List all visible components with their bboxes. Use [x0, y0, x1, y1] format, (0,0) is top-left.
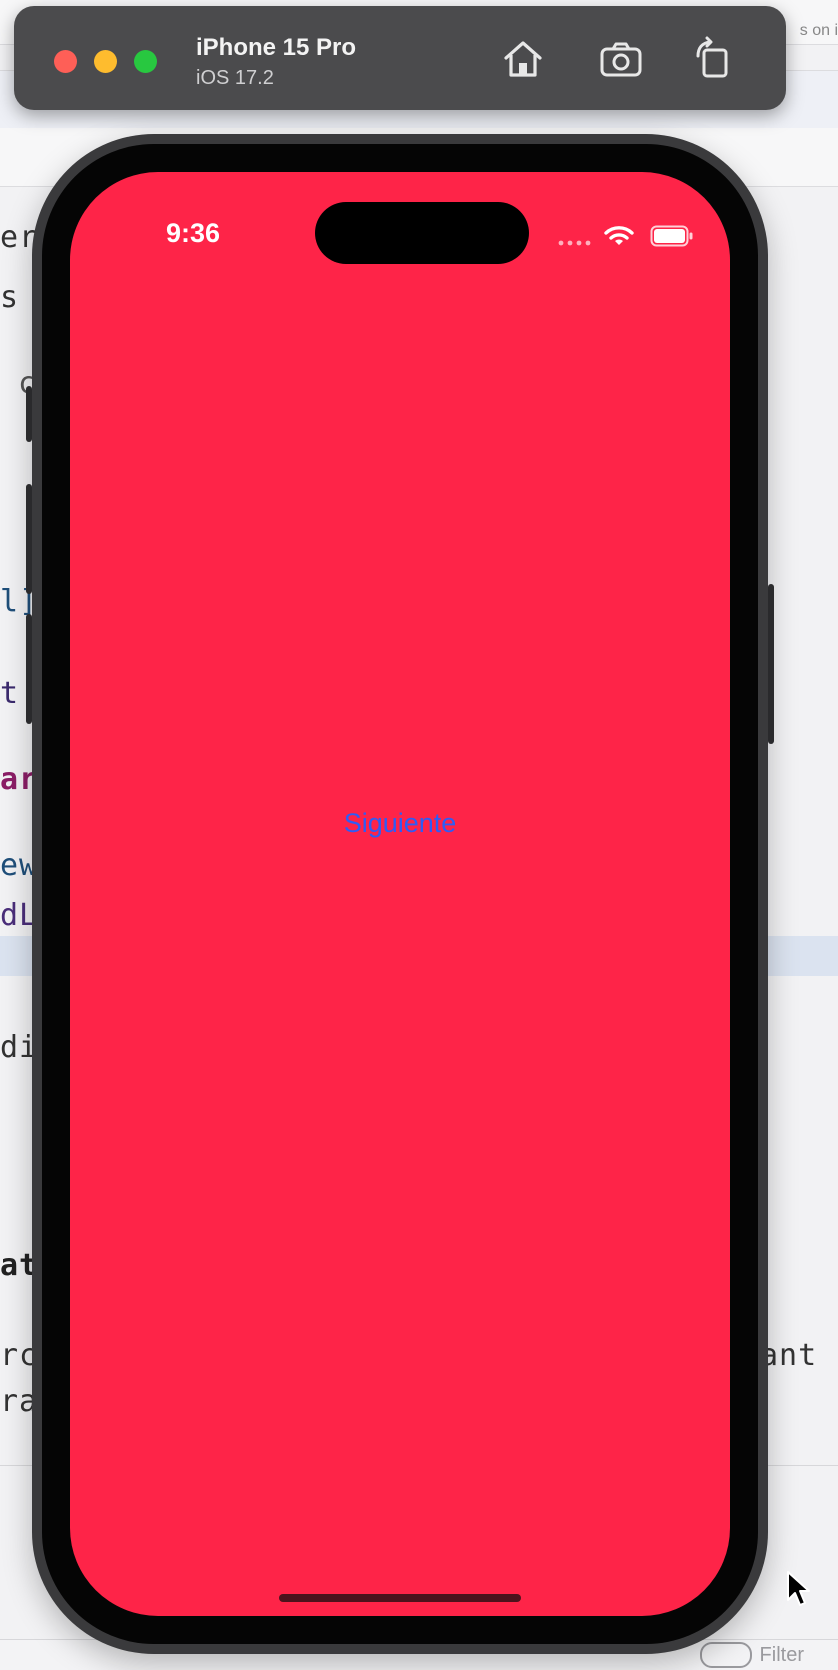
home-icon[interactable] — [500, 36, 546, 82]
cellular-signal-icon — [558, 240, 591, 246]
minimize-window-button[interactable] — [94, 50, 117, 73]
iphone-device-frame: 9:36 Siguiente — [26, 134, 774, 1654]
wifi-icon — [604, 226, 634, 245]
filter-icon — [699, 1642, 752, 1668]
filter-field[interactable]: Filter — [699, 1642, 804, 1668]
tooltip-fragment: s on i — [799, 22, 838, 39]
volume-up-button — [26, 484, 32, 594]
code-fragment: s — [0, 280, 20, 315]
rotate-icon[interactable] — [690, 36, 736, 82]
action-button — [26, 386, 32, 442]
volume-down-button — [26, 614, 32, 724]
status-time: 9:36 — [166, 218, 221, 248]
close-window-button[interactable] — [54, 50, 77, 73]
siguiente-button[interactable]: Siguiente — [70, 808, 730, 839]
phone-bezel: 9:36 Siguiente — [42, 144, 758, 1644]
os-version: iOS 17.2 — [196, 67, 274, 89]
filter-label: Filter — [759, 1643, 804, 1666]
dynamic-island — [315, 202, 529, 264]
camera-icon[interactable] — [598, 36, 644, 82]
side-power-button — [768, 584, 774, 744]
simulator-title-bar: iPhone 15 Pro iOS 17.2 — [14, 6, 786, 110]
code-fragment: ant f — [760, 1338, 838, 1373]
mouse-cursor-icon — [787, 1571, 810, 1606]
device-name: iPhone 15 Pro — [196, 34, 357, 61]
battery-icon — [650, 225, 693, 247]
home-indicator[interactable] — [279, 1594, 521, 1602]
zoom-window-button[interactable] — [134, 50, 157, 73]
app-screen: 9:36 Siguiente — [70, 172, 730, 1616]
